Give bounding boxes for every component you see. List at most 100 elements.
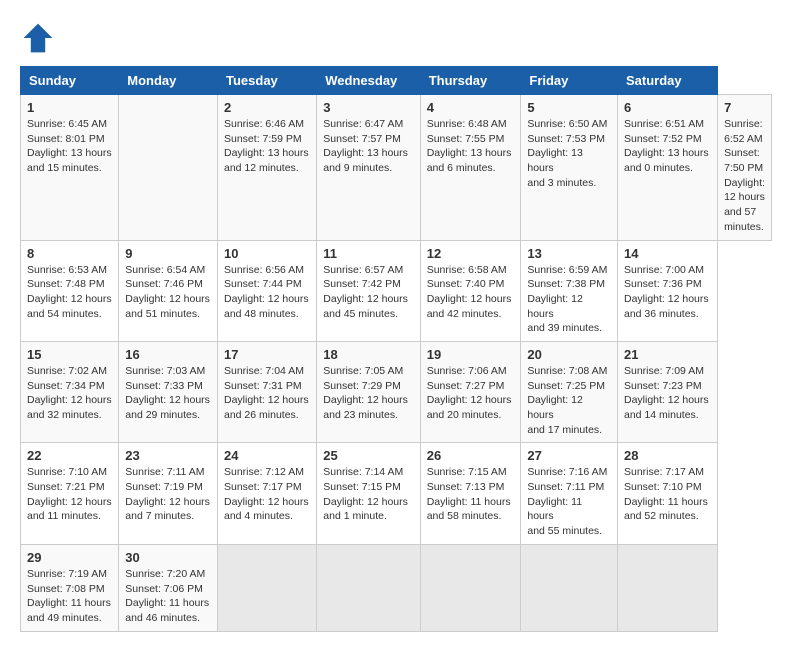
day-info: Sunrise: 7:08 AM Sunset: 7:25 PM Dayligh… — [527, 365, 607, 436]
column-header-saturday: Saturday — [618, 67, 718, 95]
table-row — [420, 544, 521, 631]
day-info: Sunrise: 7:04 AM Sunset: 7:31 PM Dayligh… — [224, 365, 309, 421]
day-info: Sunrise: 7:20 AM Sunset: 7:06 PM Dayligh… — [125, 568, 209, 624]
table-row: 25Sunrise: 7:14 AM Sunset: 7:15 PM Dayli… — [317, 443, 420, 544]
logo — [20, 20, 62, 56]
day-info: Sunrise: 6:59 AM Sunset: 7:38 PM Dayligh… — [527, 264, 607, 335]
table-row: 5Sunrise: 6:50 AM Sunset: 7:53 PM Daylig… — [521, 95, 618, 241]
day-info: Sunrise: 7:06 AM Sunset: 7:27 PM Dayligh… — [427, 365, 512, 421]
table-row: 19 Sunrise: 7:06 AM Sunset: 7:27 PM Dayli… — [420, 341, 521, 442]
day-number: 23 — [125, 448, 211, 463]
day-number: 7 — [724, 100, 765, 115]
table-row: 13 Sunrise: 6:59 AM Sunset: 7:38 PM Dayli… — [521, 240, 618, 341]
day-info: Sunrise: 7:05 AM Sunset: 7:29 PM Dayligh… — [323, 365, 408, 421]
table-row: 21 Sunrise: 7:09 AM Sunset: 7:23 PM Dayli… — [618, 341, 718, 442]
table-row: 14 Sunrise: 7:00 AM Sunset: 7:36 PM Dayli… — [618, 240, 718, 341]
table-row: 27 Sunrise: 7:16 AM Sunset: 7:11 PM Dayli… — [521, 443, 618, 544]
day-number: 9 — [125, 246, 211, 261]
day-info: Sunrise: 6:54 AM Sunset: 7:46 PM Dayligh… — [125, 264, 210, 320]
day-number: 19 — [427, 347, 515, 362]
day-number: 6 — [624, 100, 711, 115]
table-row: 2 Sunrise: 6:46 AM Sunset: 7:59 PM Daylig… — [218, 95, 317, 241]
table-row: 20 Sunrise: 7:08 AM Sunset: 7:25 PM Dayli… — [521, 341, 618, 442]
day-number: 15 — [27, 347, 112, 362]
calendar-week-2: 15 Sunrise: 7:02 AM Sunset: 7:34 PM Dayli… — [21, 341, 772, 442]
day-number: 4 — [427, 100, 515, 115]
day-number: 26 — [427, 448, 515, 463]
table-row: 10 Sunrise: 6:56 AM Sunset: 7:44 PM Dayli… — [218, 240, 317, 341]
day-info: Sunrise: 6:56 AM Sunset: 7:44 PM Dayligh… — [224, 264, 309, 320]
day-info: Sunrise: 6:53 AM Sunset: 7:48 PM Dayligh… — [27, 264, 112, 320]
table-row: 15 Sunrise: 7:02 AM Sunset: 7:34 PM Dayli… — [21, 341, 119, 442]
day-info: Sunrise: 7:09 AM Sunset: 7:23 PM Dayligh… — [624, 365, 709, 421]
day-info: Sunrise: 7:19 AM Sunset: 7:08 PM Dayligh… — [27, 568, 111, 624]
day-info: Sunrise: 6:58 AM Sunset: 7:40 PM Dayligh… — [427, 264, 512, 320]
day-number: 20 — [527, 347, 611, 362]
day-info: Sunrise: 7:12 AM Sunset: 7:17 PM Dayligh… — [224, 466, 309, 522]
column-header-friday: Friday — [521, 67, 618, 95]
calendar-week-1: 8 Sunrise: 6:53 AM Sunset: 7:48 PM Daylig… — [21, 240, 772, 341]
day-number: 11 — [323, 246, 413, 261]
calendar-table: SundayMondayTuesdayWednesdayThursdayFrid… — [20, 66, 772, 632]
table-row — [618, 544, 718, 631]
day-info: Sunrise: 6:46 AM Sunset: 7:59 PM Dayligh… — [224, 118, 309, 174]
day-number: 29 — [27, 550, 112, 565]
column-header-monday: Monday — [119, 67, 218, 95]
column-header-thursday: Thursday — [420, 67, 521, 95]
day-info: Sunrise: 7:02 AM Sunset: 7:34 PM Dayligh… — [27, 365, 112, 421]
day-info: Sunrise: 7:10 AM Sunset: 7:21 PM Dayligh… — [27, 466, 112, 522]
day-number: 5 — [527, 100, 611, 115]
page-header — [20, 20, 772, 56]
day-number: 16 — [125, 347, 211, 362]
day-number: 14 — [624, 246, 711, 261]
day-number: 24 — [224, 448, 310, 463]
calendar-week-4: 29 Sunrise: 7:19 AM Sunset: 7:08 PM Dayli… — [21, 544, 772, 631]
column-header-wednesday: Wednesday — [317, 67, 420, 95]
table-row: 26Sunrise: 7:15 AM Sunset: 7:13 PM Dayli… — [420, 443, 521, 544]
day-number: 8 — [27, 246, 112, 261]
day-number: 10 — [224, 246, 310, 261]
day-info: Sunrise: 7:00 AM Sunset: 7:36 PM Dayligh… — [624, 264, 709, 320]
table-row: 6Sunrise: 6:51 AM Sunset: 7:52 PM Daylig… — [618, 95, 718, 241]
day-info: Sunrise: 6:48 AM Sunset: 7:55 PM Dayligh… — [427, 118, 512, 174]
logo-icon — [20, 20, 56, 56]
day-number: 12 — [427, 246, 515, 261]
day-info: Sunrise: 6:45 AM Sunset: 8:01 PM Dayligh… — [27, 118, 112, 174]
day-number: 30 — [125, 550, 211, 565]
day-info: Sunrise: 7:11 AM Sunset: 7:19 PM Dayligh… — [125, 466, 210, 522]
day-number: 21 — [624, 347, 711, 362]
day-info: Sunrise: 7:16 AM Sunset: 7:11 PM Dayligh… — [527, 466, 607, 537]
table-row: 9 Sunrise: 6:54 AM Sunset: 7:46 PM Daylig… — [119, 240, 218, 341]
day-number: 1 — [27, 100, 112, 115]
table-row: 22 Sunrise: 7:10 AM Sunset: 7:21 PM Dayli… — [21, 443, 119, 544]
column-header-sunday: Sunday — [21, 67, 119, 95]
calendar-week-3: 22 Sunrise: 7:10 AM Sunset: 7:21 PM Dayli… — [21, 443, 772, 544]
day-info: Sunrise: 7:17 AM Sunset: 7:10 PM Dayligh… — [624, 466, 708, 522]
table-row: 30 Sunrise: 7:20 AM Sunset: 7:06 PM Dayli… — [119, 544, 218, 631]
table-row: 24 Sunrise: 7:12 AM Sunset: 7:17 PM Dayli… — [218, 443, 317, 544]
table-row: 11 Sunrise: 6:57 AM Sunset: 7:42 PM Dayli… — [317, 240, 420, 341]
day-number: 17 — [224, 347, 310, 362]
table-row: 4 Sunrise: 6:48 AM Sunset: 7:55 PM Daylig… — [420, 95, 521, 241]
day-info: Sunrise: 6:47 AM Sunset: 7:57 PM Dayligh… — [323, 118, 408, 174]
table-row: 3Sunrise: 6:47 AM Sunset: 7:57 PM Daylig… — [317, 95, 420, 241]
table-row — [119, 95, 218, 241]
day-number: 13 — [527, 246, 611, 261]
day-info: Sunrise: 6:57 AM Sunset: 7:42 PM Dayligh… — [323, 264, 408, 320]
day-number: 28 — [624, 448, 711, 463]
day-number: 25 — [323, 448, 413, 463]
table-row: 12 Sunrise: 6:58 AM Sunset: 7:40 PM Dayli… — [420, 240, 521, 341]
table-row: 16 Sunrise: 7:03 AM Sunset: 7:33 PM Dayli… — [119, 341, 218, 442]
table-row: 28 Sunrise: 7:17 AM Sunset: 7:10 PM Dayli… — [618, 443, 718, 544]
header-row: SundayMondayTuesdayWednesdayThursdayFrid… — [21, 67, 772, 95]
day-info: Sunrise: 7:03 AM Sunset: 7:33 PM Dayligh… — [125, 365, 210, 421]
table-row — [317, 544, 420, 631]
table-row: 7 Sunrise: 6:52 AM Sunset: 7:50 PM Daylig… — [718, 95, 772, 241]
day-info: Sunrise: 6:52 AM Sunset: 7:50 PM Dayligh… — [724, 118, 765, 233]
day-number: 27 — [527, 448, 611, 463]
day-number: 22 — [27, 448, 112, 463]
table-row: 29 Sunrise: 7:19 AM Sunset: 7:08 PM Dayli… — [21, 544, 119, 631]
day-number: 2 — [224, 100, 310, 115]
table-row: 17 Sunrise: 7:04 AM Sunset: 7:31 PM Dayli… — [218, 341, 317, 442]
table-row — [521, 544, 618, 631]
